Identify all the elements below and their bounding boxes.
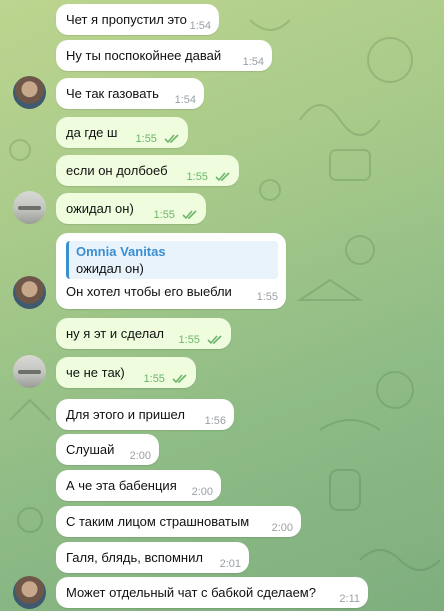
message-list[interactable]: Чет я пропустил это 1:54 Ну ты поспокойн…	[0, 0, 444, 611]
message-text: Слушай	[66, 442, 115, 457]
message-text: ну я эт и сделал	[66, 326, 165, 341]
message-text: че не так)	[66, 365, 125, 380]
message-bubble-incoming[interactable]: Для этого и пришел 1:56	[56, 399, 234, 430]
message-text: А че эта бабенция	[66, 478, 177, 493]
message-bubble-incoming[interactable]: Чет я пропустил это 1:54	[56, 4, 219, 35]
message-time: 1:55	[143, 373, 165, 385]
message-row[interactable]: ожидал он) 1:55	[56, 193, 206, 224]
message-bubble-outgoing[interactable]: че не так) 1:55	[56, 357, 196, 388]
avatar[interactable]	[13, 576, 46, 609]
avatar[interactable]	[13, 276, 46, 309]
message-text: Он хотел чтобы его выебли	[66, 284, 232, 299]
reply-author: Omnia Vanitas	[76, 244, 166, 259]
message-time: 2:00	[129, 450, 151, 462]
message-text: Для этого и пришел	[66, 407, 185, 422]
message-bubble-incoming[interactable]: Галя, блядь, вспомнил 2:01	[56, 542, 249, 573]
double-check-icon	[172, 374, 187, 384]
message-text: Галя, блядь, вспомнил	[66, 550, 203, 565]
message-bubble-outgoing[interactable]: ну я эт и сделал 1:55	[56, 318, 231, 349]
message-time: 1:55	[256, 291, 278, 303]
message-bubble-incoming[interactable]: Может отдельный чат с бабкой сделаем? 2:…	[56, 577, 368, 608]
message-bubble-incoming[interactable]: Че так газовать 1:54	[56, 78, 204, 109]
message-bubble-outgoing[interactable]: ожидал он) 1:55	[56, 193, 206, 224]
message-time: 1:55	[135, 133, 157, 145]
message-row[interactable]: если он долбоеб 1:55	[56, 155, 239, 186]
message-time: 1:55	[153, 209, 175, 221]
message-bubble-outgoing[interactable]: да где ш 1:55	[56, 117, 188, 148]
message-row[interactable]: Галя, блядь, вспомнил 2:01	[56, 542, 249, 573]
avatar[interactable]	[13, 191, 46, 224]
message-bubble-incoming[interactable]: А че эта бабенция 2:00	[56, 470, 221, 501]
message-time: 2:00	[191, 486, 213, 498]
message-time: 1:55	[186, 171, 208, 183]
message-bubble-incoming[interactable]: С таким лицом страшноватым 2:00	[56, 506, 301, 537]
message-row[interactable]: Че так газовать 1:54	[56, 78, 204, 109]
message-row[interactable]: А че эта бабенция 2:00	[56, 470, 221, 501]
message-bubble-incoming[interactable]: Слушай 2:00	[56, 434, 159, 465]
message-row[interactable]: Чет я пропустил это 1:54	[56, 4, 219, 35]
reply-text: ожидал он)	[76, 261, 144, 276]
avatar[interactable]	[13, 76, 46, 109]
message-text: Может отдельный чат с бабкой сделаем?	[66, 585, 316, 600]
message-time: 2:00	[271, 522, 293, 534]
message-text: Че так газовать	[66, 86, 159, 101]
message-row[interactable]: С таким лицом страшноватым 2:00	[56, 506, 301, 537]
double-check-icon	[164, 134, 179, 144]
double-check-icon	[207, 335, 222, 345]
message-time: 1:54	[189, 20, 211, 32]
message-text: если он долбоеб	[66, 163, 168, 178]
message-time: 1:56	[204, 415, 226, 427]
message-bubble-outgoing[interactable]: если он долбоеб 1:55	[56, 155, 239, 186]
message-time: 1:54	[174, 94, 196, 106]
message-time: 2:01	[219, 558, 241, 570]
message-text: С таким лицом страшноватым	[66, 514, 250, 529]
message-row[interactable]: Ну ты поспокойнее давай 1:54	[56, 40, 272, 71]
message-text: ожидал он)	[66, 201, 134, 216]
message-row[interactable]: да где ш 1:55	[56, 117, 188, 148]
message-text: да где ш	[66, 125, 118, 140]
reply-quote[interactable]: Omnia Vanitas ожидал он)	[66, 241, 278, 279]
message-time: 1:54	[242, 56, 264, 68]
message-bubble-with-reply[interactable]: Omnia Vanitas ожидал он) Он хотел чтобы …	[56, 233, 286, 309]
message-text: Ну ты поспокойнее давай	[66, 48, 222, 63]
double-check-icon	[182, 210, 197, 220]
message-bubble-incoming[interactable]: Ну ты поспокойнее давай 1:54	[56, 40, 272, 71]
message-text: Чет я пропустил это	[66, 12, 187, 27]
message-row[interactable]: ну я эт и сделал 1:55	[56, 318, 231, 349]
message-row[interactable]: Может отдельный чат с бабкой сделаем? 2:…	[56, 577, 368, 608]
message-time: 2:11	[339, 593, 360, 605]
double-check-icon	[215, 172, 230, 182]
message-row[interactable]: Слушай 2:00	[56, 434, 159, 465]
message-time: 1:55	[178, 334, 200, 346]
avatar[interactable]	[13, 355, 46, 388]
message-row[interactable]: че не так) 1:55	[56, 357, 196, 388]
message-row[interactable]: Для этого и пришел 1:56	[56, 399, 234, 430]
